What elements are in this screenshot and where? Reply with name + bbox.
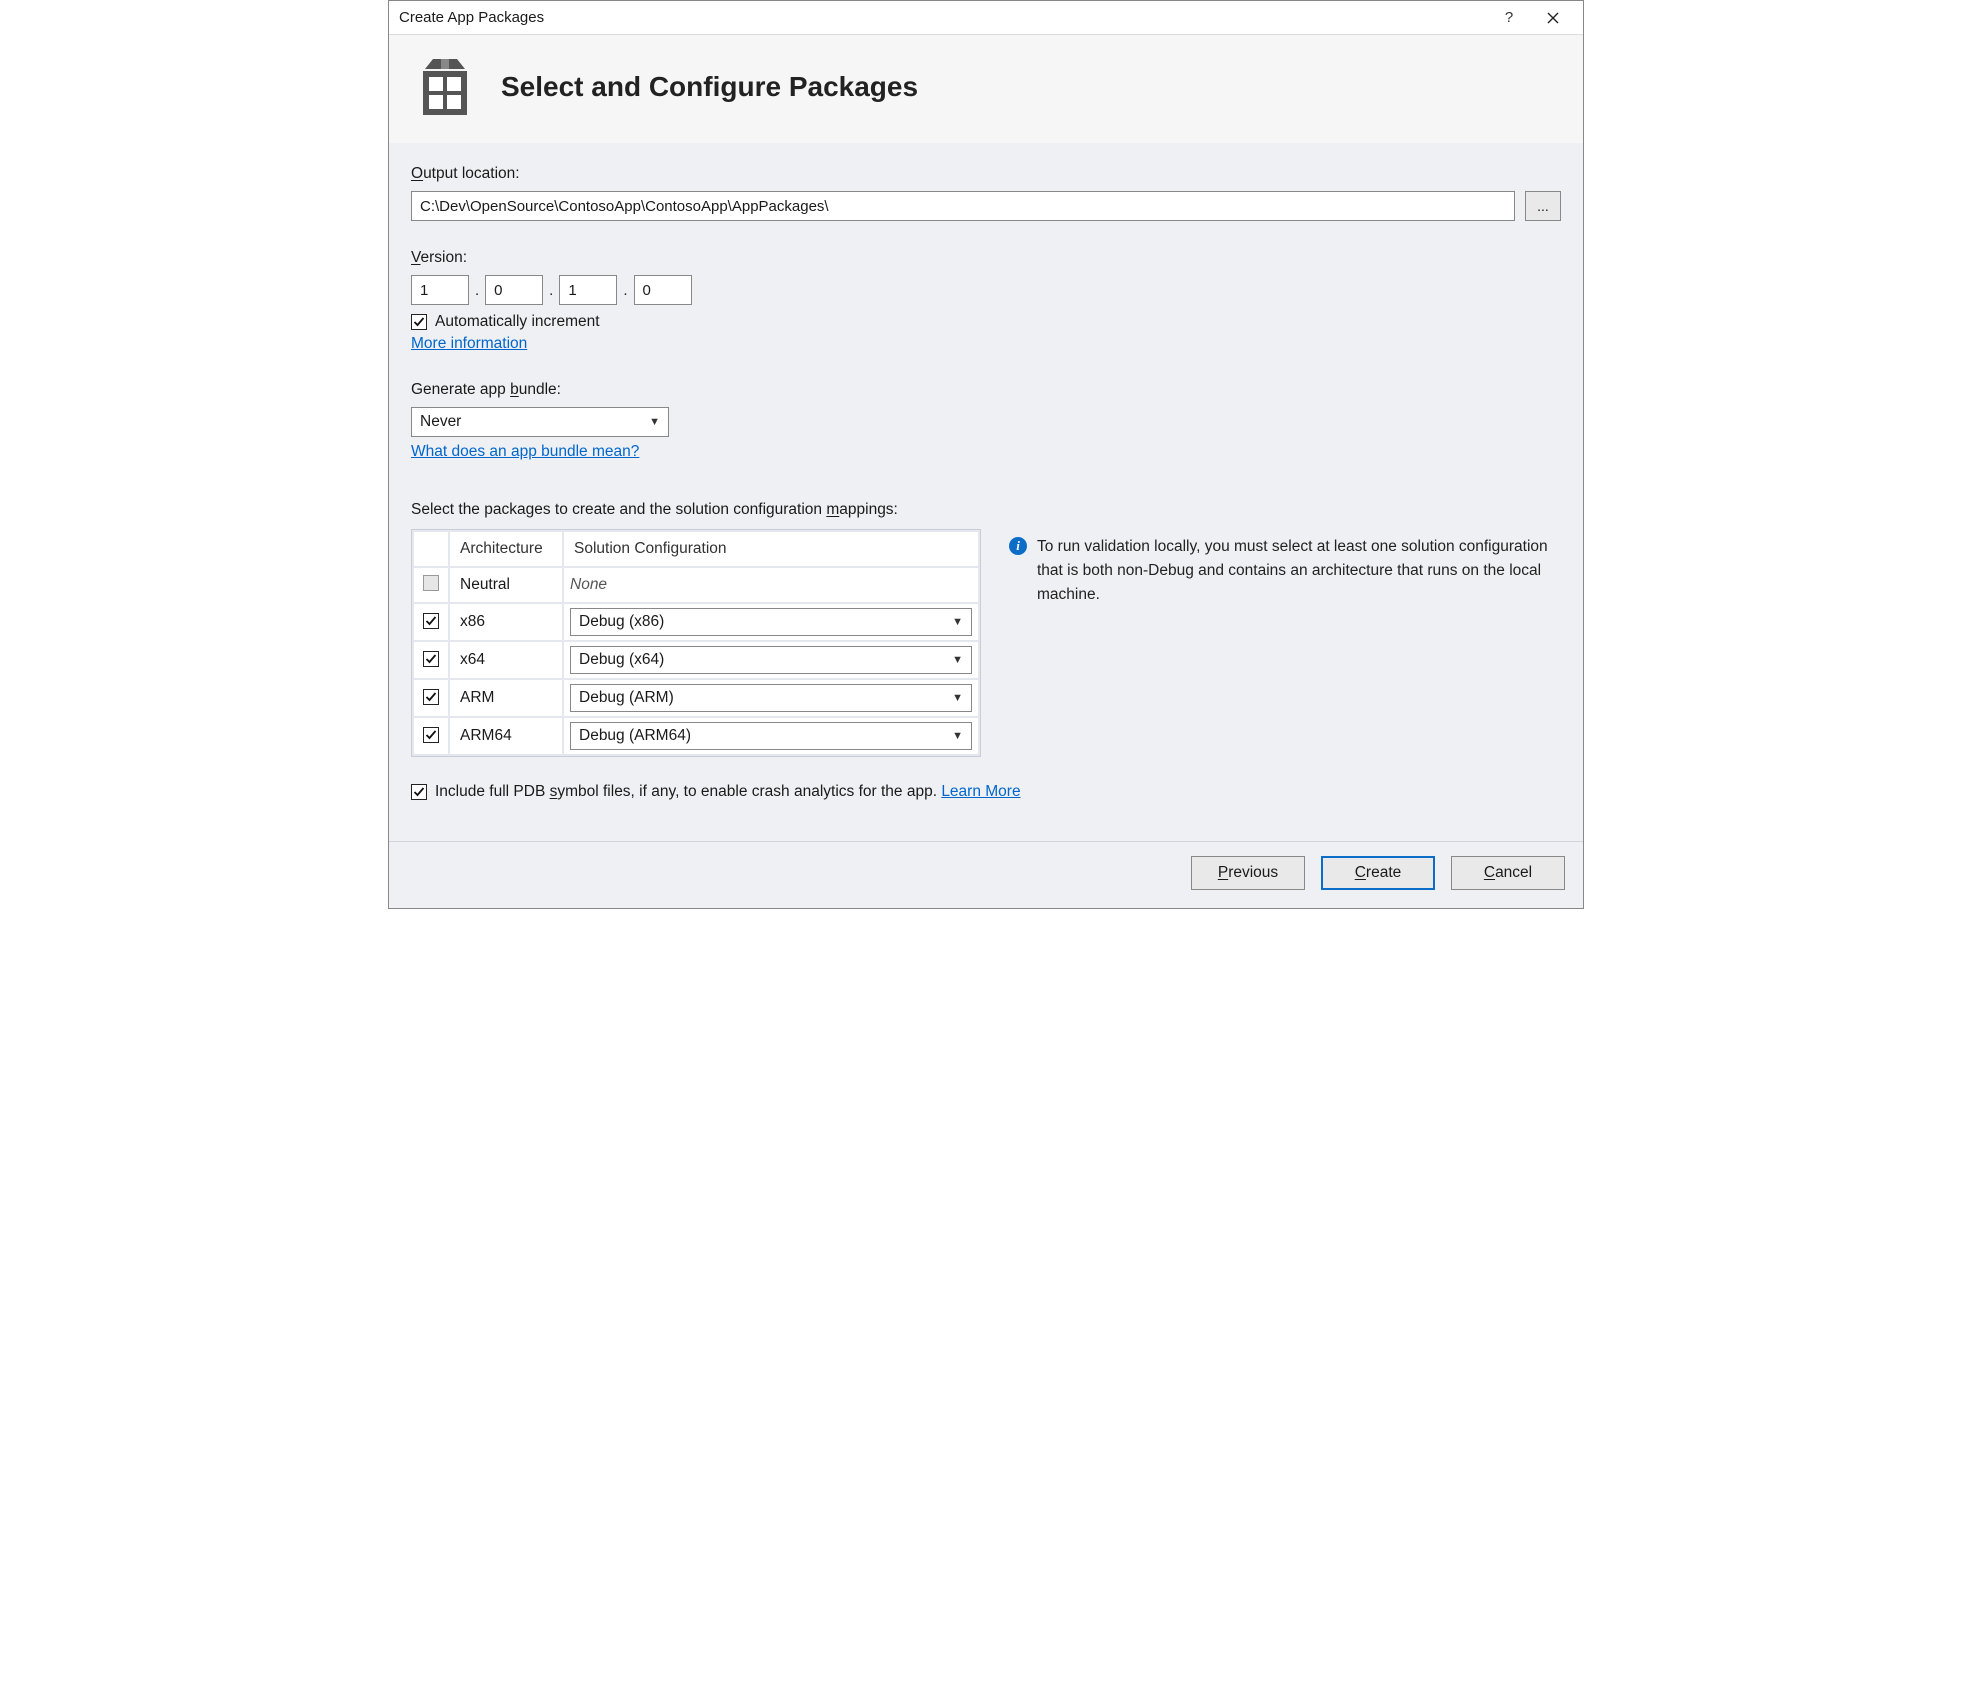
table-row: ARM64 Debug (ARM64) ▼ (414, 718, 978, 754)
table-header-check (414, 532, 448, 566)
auto-increment-checkbox[interactable] (411, 314, 427, 330)
chevron-down-icon: ▼ (649, 416, 660, 428)
close-icon (1547, 12, 1559, 24)
create-button[interactable]: Create (1321, 856, 1435, 890)
architecture-cell: x64 (450, 642, 562, 678)
architecture-cell: ARM64 (450, 718, 562, 754)
check-icon (425, 691, 437, 703)
output-location-label: Output location: (411, 165, 1561, 183)
packages-tbody: Neutral None x86 Debug (x86) ▼ x64 Debug (x64)… (414, 568, 978, 754)
package-row-checkbox[interactable] (423, 689, 439, 705)
table-header-architecture: Architecture (450, 532, 562, 566)
check-icon (425, 653, 437, 665)
architecture-cell: x86 (450, 604, 562, 640)
dialog-footer: Previous Create Cancel (389, 841, 1583, 908)
version-minor-input[interactable] (485, 275, 543, 305)
bundle-select[interactable]: Never ▼ (411, 407, 669, 437)
previous-button[interactable]: Previous (1191, 856, 1305, 890)
check-icon (413, 786, 425, 798)
configuration-select[interactable]: Debug (x86) ▼ (570, 608, 972, 636)
table-header-configuration: Solution Configuration (564, 532, 978, 566)
architecture-cell: Neutral (450, 568, 562, 602)
dialog-header: Select and Configure Packages (389, 35, 1583, 143)
chevron-down-icon: ▼ (952, 692, 963, 704)
package-row-checkbox (423, 575, 439, 591)
table-row: x86 Debug (x86) ▼ (414, 604, 978, 640)
chevron-down-icon: ▼ (952, 616, 963, 628)
package-row-checkbox[interactable] (423, 613, 439, 629)
version-build-input[interactable] (559, 275, 617, 305)
browse-button[interactable]: ... (1525, 191, 1561, 221)
package-icon (413, 55, 477, 119)
include-pdb-checkbox[interactable] (411, 784, 427, 800)
configuration-select[interactable]: Debug (ARM64) ▼ (570, 722, 972, 750)
cancel-button[interactable]: Cancel (1451, 856, 1565, 890)
bundle-help-link[interactable]: What does an app bundle mean? (411, 443, 639, 460)
table-row: x64 Debug (x64) ▼ (414, 642, 978, 678)
output-location-input[interactable] (411, 191, 1515, 221)
table-row: ARM Debug (ARM) ▼ (414, 680, 978, 716)
configuration-none: None (570, 576, 607, 593)
architecture-cell: ARM (450, 680, 562, 716)
window-title: Create App Packages (399, 9, 1487, 26)
check-icon (413, 316, 425, 328)
help-button[interactable]: ? (1487, 4, 1531, 32)
bundle-select-value: Never (420, 413, 461, 431)
packages-table: Architecture Solution Configuration Neut… (411, 529, 981, 757)
info-icon: i (1009, 537, 1027, 555)
chevron-down-icon: ▼ (952, 730, 963, 742)
configuration-select-value: Debug (x86) (579, 613, 664, 631)
version-revision-input[interactable] (634, 275, 692, 305)
version-major-input[interactable] (411, 275, 469, 305)
configuration-select-value: Debug (x64) (579, 651, 664, 669)
titlebar: Create App Packages ? (389, 1, 1583, 35)
page-title: Select and Configure Packages (501, 71, 918, 103)
more-information-link[interactable]: More information (411, 335, 527, 352)
configuration-select[interactable]: Debug (ARM) ▼ (570, 684, 972, 712)
configuration-select-value: Debug (ARM64) (579, 727, 691, 745)
help-icon: ? (1505, 9, 1513, 26)
check-icon (425, 729, 437, 741)
ellipsis-icon: ... (1537, 198, 1549, 214)
validation-info-text: To run validation locally, you must sele… (1037, 535, 1561, 607)
version-label: Version: (411, 249, 1561, 267)
bundle-label: Generate app bundle: (411, 381, 1561, 399)
auto-increment-label: Automatically increment (435, 313, 600, 331)
pdb-learn-more-link[interactable]: Learn More (941, 783, 1020, 800)
include-pdb-label: Include full PDB symbol files, if any, t… (435, 783, 1021, 801)
packages-prompt: Select the packages to create and the so… (411, 501, 1561, 519)
dialog-window: Create App Packages ? Select and Configu… (388, 0, 1584, 909)
chevron-down-icon: ▼ (952, 654, 963, 666)
validation-info-panel: i To run validation locally, you must se… (1009, 529, 1561, 607)
close-button[interactable] (1531, 4, 1575, 32)
check-icon (425, 615, 437, 627)
configuration-select[interactable]: Debug (x64) ▼ (570, 646, 972, 674)
table-row: Neutral None (414, 568, 978, 602)
dialog-body: Output location: ... Version: . . . Auto… (389, 143, 1583, 908)
configuration-select-value: Debug (ARM) (579, 689, 674, 707)
package-row-checkbox[interactable] (423, 727, 439, 743)
package-row-checkbox[interactable] (423, 651, 439, 667)
